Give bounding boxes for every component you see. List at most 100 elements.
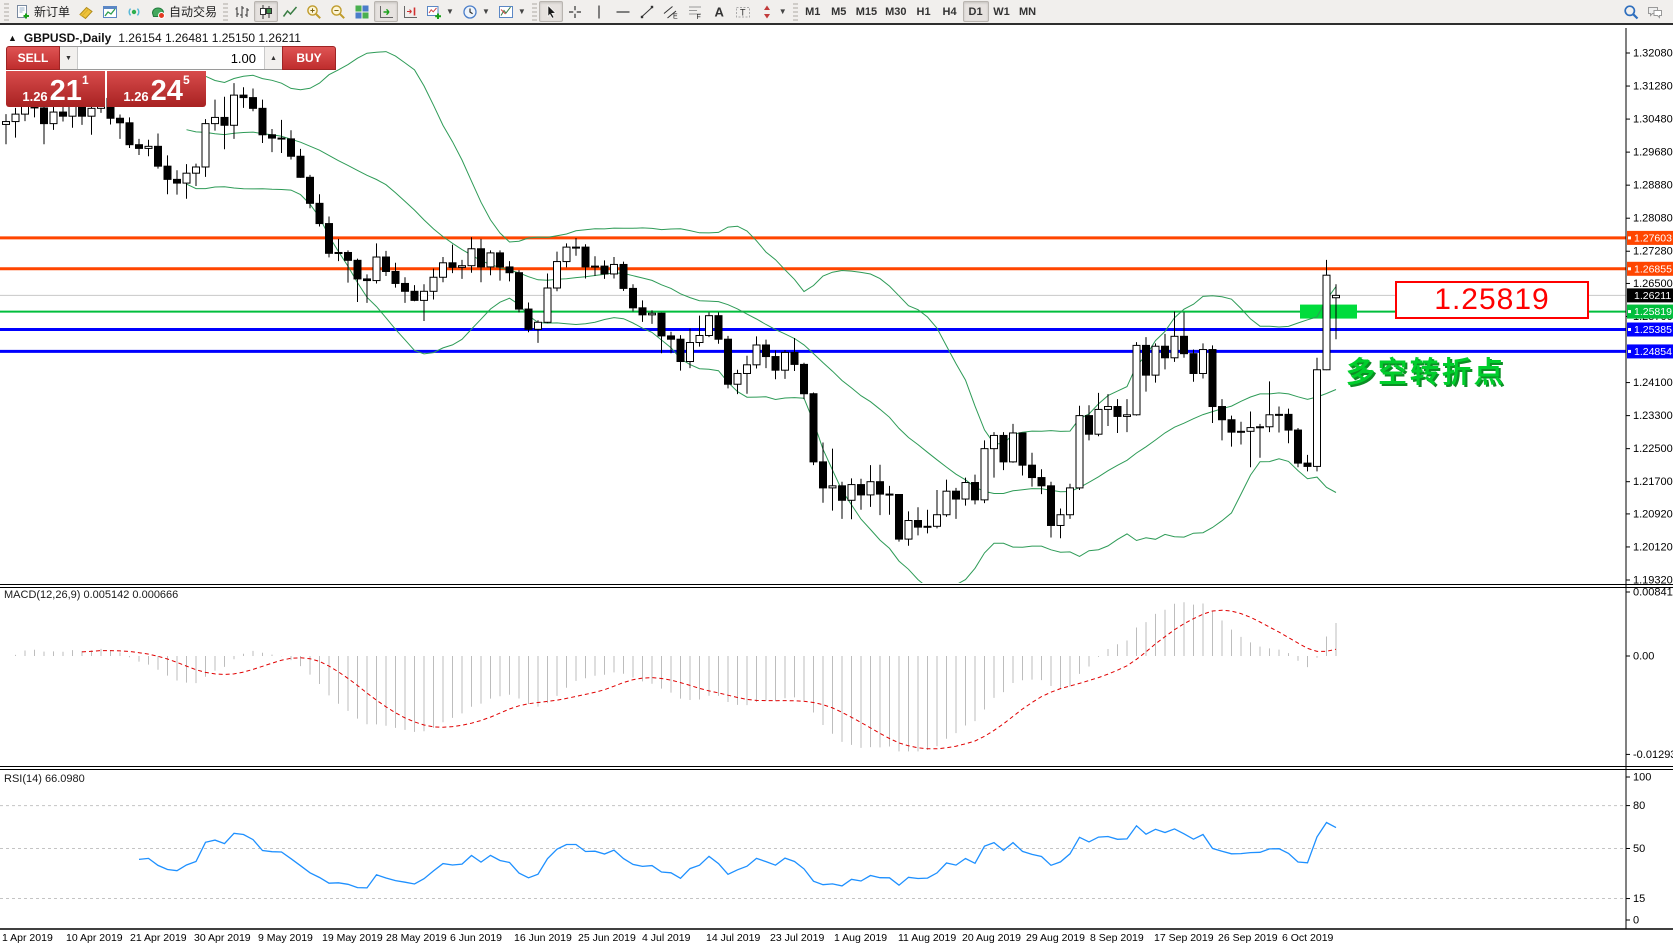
timeframe-m30-button[interactable]: M30	[881, 1, 910, 22]
bar-chart-button[interactable]	[230, 1, 254, 22]
time-axis[interactable]: 1 Apr 201910 Apr 201921 Apr 201930 Apr 2…	[0, 929, 1673, 944]
autotrading-button[interactable]: 自动交易	[146, 1, 221, 22]
macd-label: MACD(12,26,9) 0.005142 0.000666	[4, 589, 178, 601]
candle-body	[174, 179, 181, 183]
timeframe-w1-button[interactable]: W1	[989, 1, 1015, 22]
candle-body	[582, 247, 589, 267]
candle-body	[1266, 415, 1273, 427]
level-lines[interactable]	[0, 238, 1626, 352]
candle-body	[1038, 478, 1045, 486]
timeframe-m5-button[interactable]: M5	[826, 1, 852, 22]
rsi-line	[139, 823, 1336, 888]
candle-body	[696, 335, 703, 342]
fibonacci-button[interactable]: F	[683, 1, 707, 22]
volume-decrease-button[interactable]: ▼	[60, 47, 78, 69]
candle-body	[867, 482, 874, 495]
candle-body	[117, 118, 124, 123]
cursor-button[interactable]	[539, 1, 563, 22]
sell-button[interactable]: SELL	[6, 46, 60, 70]
chart-area[interactable]: 1.320801.312801.304801.296801.288801.280…	[0, 0, 1673, 950]
candle-body	[373, 257, 380, 281]
panel-collapse-toggle[interactable]: ▲	[8, 33, 17, 43]
timeframe-m1-button[interactable]: M1	[800, 1, 826, 22]
price-tick-label: 1.29680	[1633, 147, 1673, 159]
date-tick-label: 4 Jul 2019	[642, 932, 691, 944]
buy-price-button[interactable]: 1.26 24 5	[107, 71, 206, 107]
candle-body	[12, 114, 19, 121]
candle-body	[440, 263, 447, 277]
toolbar-grip	[793, 3, 798, 21]
trend-line-button[interactable]	[635, 1, 659, 22]
chart-title: GBPUSD-,Daily	[24, 31, 111, 45]
price-tick-label: 1.30480	[1633, 114, 1673, 126]
indicators-button[interactable]: ▼	[422, 1, 458, 22]
new-order-button[interactable]: 新订单	[11, 1, 74, 22]
candle-body	[126, 123, 133, 145]
vertical-line-button[interactable]	[587, 1, 611, 22]
tile-windows-button[interactable]	[350, 1, 374, 22]
text-label-icon: T	[735, 4, 751, 20]
buy-button[interactable]: BUY	[282, 46, 336, 70]
zoom-in-button[interactable]	[302, 1, 326, 22]
text-button[interactable]: A	[707, 1, 731, 22]
candle-body	[877, 482, 884, 494]
candle-body	[991, 435, 998, 448]
timeframe-mn-button[interactable]: MN	[1015, 1, 1041, 22]
annotation-text[interactable]: 多空转折点	[1346, 349, 1506, 391]
new-chart-button[interactable]	[98, 1, 122, 22]
candle-body	[1067, 488, 1074, 515]
price-callout-label[interactable]: 1.25819	[1395, 281, 1589, 319]
line-chart-button[interactable]	[278, 1, 302, 22]
timeframe-d1-button[interactable]: D1	[963, 1, 989, 22]
toolbar-right	[1619, 1, 1667, 22]
crosshair-button[interactable]	[563, 1, 587, 22]
market-watch-button[interactable]	[74, 1, 98, 22]
templates-icon	[498, 4, 514, 20]
candle-body	[905, 521, 912, 540]
signals-button[interactable]	[122, 1, 146, 22]
periods-button[interactable]: ▼	[458, 1, 494, 22]
one-click-trading-panel: SELL ▼ ▲ BUY 1.26 21 1 1.26 24 5	[6, 46, 206, 107]
sell-price-pip: 1	[82, 73, 89, 87]
horizontal-line-button[interactable]	[611, 1, 635, 22]
price-flag-handle	[1628, 267, 1631, 270]
templates-button[interactable]: ▼	[494, 1, 530, 22]
toolbar-grip	[223, 3, 228, 21]
candle-body	[886, 494, 893, 495]
timeframe-h4-button[interactable]: H4	[937, 1, 963, 22]
date-tick-label: 25 Jun 2019	[578, 932, 636, 944]
svg-text:T: T	[740, 7, 746, 17]
timeframe-h1-button[interactable]: H1	[911, 1, 937, 22]
candles	[3, 83, 1340, 546]
date-tick-label: 20 Aug 2019	[962, 932, 1021, 944]
timeframe-m15-button[interactable]: M15	[852, 1, 881, 22]
chart-shift-button[interactable]	[398, 1, 422, 22]
candlestick-chart-button[interactable]	[254, 1, 278, 22]
candle-body	[278, 138, 285, 139]
arrows-button[interactable]: ▼	[755, 1, 791, 22]
volume-input[interactable]	[78, 47, 264, 69]
text-label-button[interactable]: T	[731, 1, 755, 22]
date-tick-label: 26 Sep 2019	[1218, 932, 1278, 944]
candle-body	[3, 122, 10, 125]
chat-button[interactable]	[1643, 1, 1667, 22]
volume-increase-button[interactable]: ▲	[264, 47, 282, 69]
search-button[interactable]	[1619, 1, 1643, 22]
price-axis[interactable]: 1.320801.312801.304801.296801.288801.280…	[1626, 28, 1673, 929]
date-tick-label: 6 Oct 2019	[1282, 932, 1334, 944]
candle-body	[307, 177, 314, 203]
auto-scroll-button[interactable]	[374, 1, 398, 22]
candle-body	[1086, 416, 1093, 435]
price-tick-label: 1.32080	[1633, 48, 1673, 60]
candle-body	[1162, 346, 1169, 358]
candle-body	[848, 485, 855, 501]
zoom-out-button[interactable]	[326, 1, 350, 22]
chevron-down-icon: ▼	[482, 7, 490, 16]
candle-body	[820, 462, 827, 488]
sell-price-button[interactable]: 1.26 21 1	[6, 71, 105, 107]
price-flag-handle	[1628, 236, 1631, 239]
candle-body	[962, 483, 969, 500]
candle-body	[193, 167, 200, 173]
candle-body	[715, 316, 722, 340]
equidistant-channel-button[interactable]: E	[659, 1, 683, 22]
